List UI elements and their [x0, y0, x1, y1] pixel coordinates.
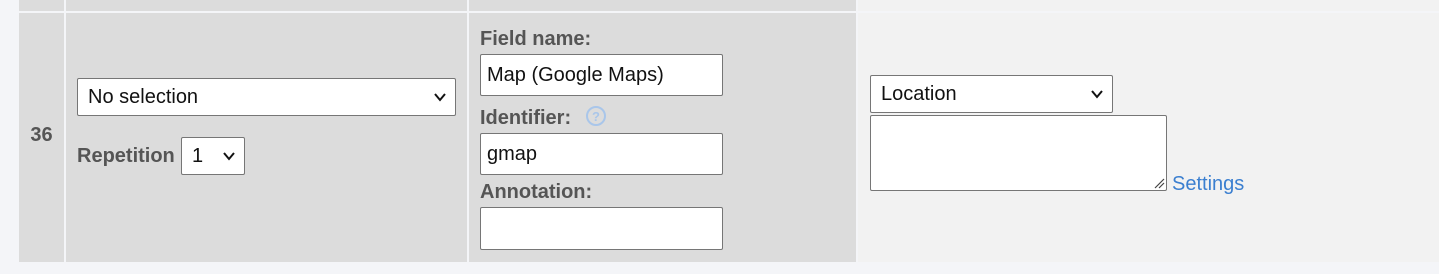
field-name-label: Field name: — [480, 28, 592, 50]
field-options-cell: Location Settings — [858, 13, 1439, 262]
identifier-input[interactable]: gmap — [480, 133, 723, 175]
prev-row-number-cell — [19, 0, 64, 11]
field-type-cell: No selection Repetition 1 — [66, 13, 467, 262]
chevron-down-icon — [1091, 90, 1103, 99]
repetition-select[interactable]: 1 — [181, 137, 245, 175]
prev-row-type-cell — [66, 0, 467, 11]
location-select-value: Location — [881, 82, 957, 105]
chevron-down-icon — [223, 152, 235, 161]
prev-row-field-cell — [469, 0, 856, 11]
resize-grip-icon[interactable] — [1153, 177, 1165, 189]
help-icon[interactable]: ? — [586, 106, 606, 126]
field-name-input[interactable]: Map (Google Maps) — [480, 54, 723, 96]
field-properties-cell: Field name: Map (Google Maps) Identifier… — [469, 13, 856, 262]
options-textarea[interactable] — [870, 115, 1167, 191]
annotation-label: Annotation: — [480, 181, 593, 203]
row-number: 36 — [30, 124, 53, 146]
annotation-input[interactable] — [480, 207, 723, 250]
form-fields-table: 36 No selection Repetition 1 Field name:… — [0, 0, 1439, 274]
prev-row-options-cell — [858, 0, 1439, 11]
field-name-value: Map (Google Maps) — [487, 63, 664, 86]
location-select[interactable]: Location — [870, 75, 1113, 113]
chevron-down-icon — [434, 93, 446, 102]
row-number-cell: 36 — [19, 13, 64, 262]
field-type-select[interactable]: No selection — [77, 78, 456, 116]
repetition-label: Repetition — [77, 145, 175, 167]
identifier-label: Identifier: — [480, 107, 572, 129]
repetition-select-value: 1 — [192, 144, 204, 167]
field-type-select-value: No selection — [88, 85, 199, 108]
identifier-value: gmap — [487, 142, 538, 165]
help-glyph: ? — [592, 109, 600, 124]
settings-link[interactable]: Settings — [1172, 173, 1244, 196]
